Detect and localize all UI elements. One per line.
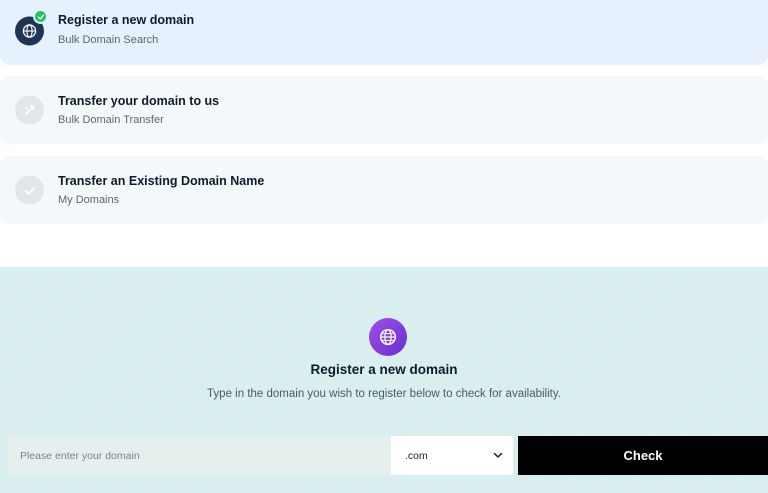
check-button[interactable]: Check [518, 436, 768, 475]
chevron-down-icon [493, 452, 503, 458]
globe-icon [369, 318, 407, 356]
domain-search-input[interactable] [7, 436, 391, 475]
option-title: Transfer an Existing Domain Name [58, 174, 265, 188]
panel-title: Register a new domain [310, 362, 458, 377]
option-transfer-domain[interactable]: Transfer your domain to us Bulk Domain T… [0, 76, 768, 144]
tld-selected-value: .com [405, 450, 428, 462]
selected-check-icon [33, 9, 48, 24]
option-title: Register a new domain [58, 13, 195, 27]
tld-select[interactable]: .com [391, 436, 513, 475]
check-icon [15, 175, 44, 205]
panel-description: Type in the domain you wish to register … [207, 388, 561, 400]
option-subtitle: My Domains [58, 194, 120, 206]
domain-search-panel: Register a new domain Type in the domain… [0, 267, 768, 493]
option-existing-domain[interactable]: Transfer an Existing Domain Name My Doma… [0, 156, 768, 224]
transfer-icon [15, 95, 44, 125]
option-subtitle: Bulk Domain Search [58, 34, 159, 46]
option-subtitle: Bulk Domain Transfer [58, 114, 164, 126]
option-register-domain[interactable]: Register a new domain Bulk Domain Search [0, 0, 768, 65]
option-title: Transfer your domain to us [58, 94, 220, 108]
